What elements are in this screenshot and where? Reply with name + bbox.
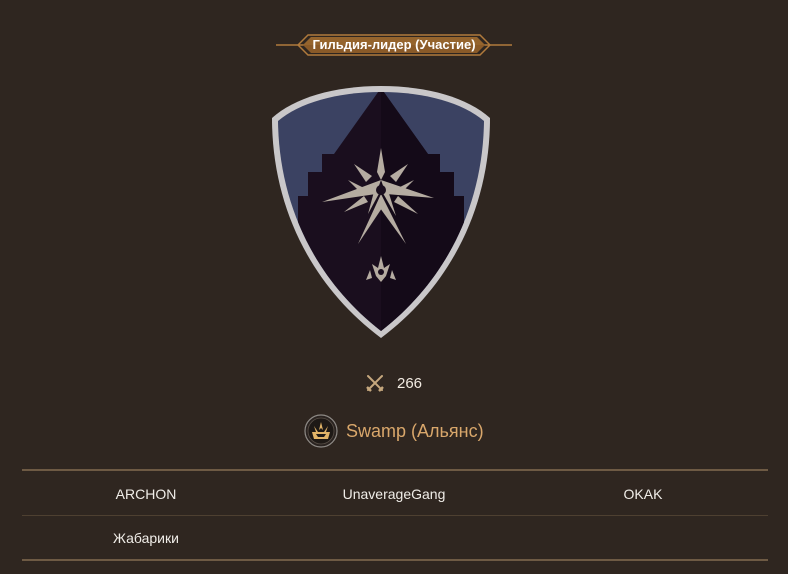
guild-power-stat: 266 [364, 372, 422, 394]
member-guild-name[interactable]: UnaverageGang [270, 485, 518, 503]
guild-info-panel: Гильдия-лидер (Участие) 266 Swamp (Альян… [0, 0, 788, 574]
banner-title: Гильдия-лидер (Участие) [312, 37, 476, 52]
title-banner: Гильдия-лидер (Участие) [0, 30, 788, 60]
alliance-name[interactable]: Swamp (Альянс) [346, 421, 484, 442]
alliance-link[interactable]: Swamp (Альянс) [304, 414, 484, 448]
guild-crest-shield-icon [272, 86, 490, 338]
member-guild-name[interactable]: OKAK [519, 485, 767, 503]
crossed-swords-icon [366, 375, 384, 392]
guild-crest [268, 84, 494, 342]
member-guild-name[interactable]: ARCHON [22, 485, 270, 503]
member-list-bottom-divider [22, 559, 768, 561]
guild-power-value: 266 [397, 374, 423, 392]
member-list-top-divider [22, 469, 768, 471]
member-guild-name[interactable]: Жабарики [22, 529, 270, 547]
member-row-divider [22, 515, 768, 516]
alliance-emblem-icon [304, 414, 338, 448]
